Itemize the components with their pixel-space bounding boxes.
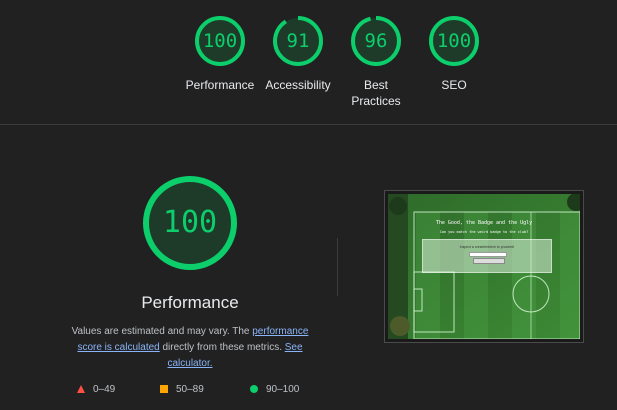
average-square-icon [160, 385, 168, 394]
legend-pass-label: 90–100 [266, 384, 300, 395]
best-practices-label: Best Practices [351, 78, 401, 108]
screenshot-heading: The Good, the Badge and the Ugly [435, 220, 533, 226]
accessibility-label: Accessibility [265, 78, 331, 92]
seo-score: 100 [436, 30, 472, 52]
screenshot-form-panel: Inspect a crest/emblem to proceed! [422, 239, 552, 273]
category-summary-bar: 100 Performance 91 Accessibility 96 Best… [0, 0, 617, 125]
pass-circle-icon [250, 385, 258, 394]
accessibility-score: 91 [286, 30, 310, 52]
performance-label: Performance [185, 78, 255, 92]
best-practices-score: 96 [364, 30, 388, 52]
fail-triangle-icon [77, 385, 85, 394]
description-text-1: Values are estimated and may vary. The [71, 326, 253, 337]
screenshot-button [473, 258, 505, 264]
performance-score: 100 [202, 30, 238, 52]
performance-main-score: 100 [162, 205, 218, 240]
screenshot-image: The Good, the Badge and the Ugly Can you… [388, 194, 580, 339]
legend-fail-label: 0–49 [93, 384, 116, 395]
performance-description: Values are estimated and may vary. The p… [58, 324, 322, 372]
seo-gauge[interactable]: 100 SEO [409, 15, 499, 93]
performance-gauge[interactable]: 100 Performance [175, 15, 265, 93]
page-screenshot-thumbnail[interactable]: The Good, the Badge and the Ugly Can you… [384, 190, 584, 343]
legend-pass: 90–100 [250, 384, 299, 395]
screenshot-input [469, 252, 507, 257]
accessibility-gauge[interactable]: 91 Accessibility [253, 15, 343, 93]
best-practices-gauge[interactable]: 96 Best Practices [331, 15, 421, 109]
performance-title: Performance [141, 293, 239, 312]
seo-label: SEO [441, 78, 467, 92]
performance-main-gauge: 100 [142, 175, 238, 271]
description-text-2: directly from these metrics. [159, 342, 285, 353]
legend-average-label: 50–89 [176, 384, 204, 395]
screenshot-subheading: Can you match the weird badge to the clu… [439, 230, 529, 234]
section-divider [337, 238, 338, 296]
legend-average: 50–89 [160, 384, 204, 395]
screenshot-prompt: Inspect a crest/emblem to proceed! [459, 245, 515, 249]
legend-fail: 0–49 [77, 384, 115, 395]
